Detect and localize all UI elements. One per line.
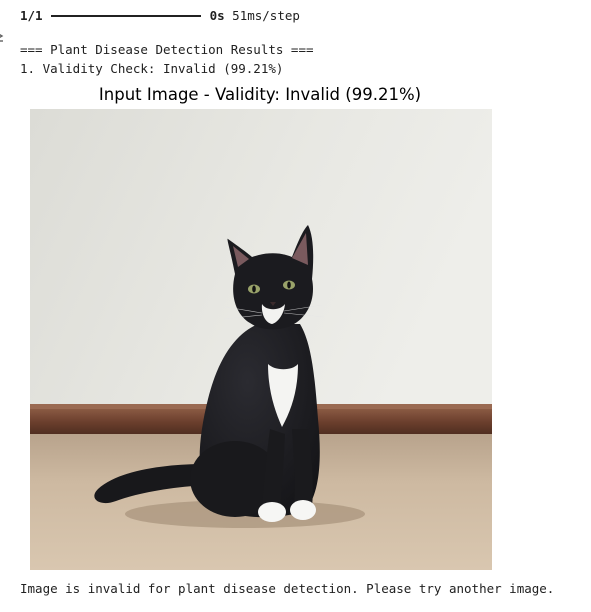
progress-rate: 51ms/step bbox=[224, 8, 300, 23]
progress-time: 0s bbox=[209, 8, 225, 23]
progress-line: 1/1 0s 51ms/step bbox=[20, 8, 300, 24]
figure-title: Input Image - Validity: Invalid (99.21%) bbox=[98, 85, 422, 104]
input-image-cat bbox=[30, 109, 492, 570]
progress-steps: 1/1 bbox=[20, 8, 43, 23]
results-header: === Plant Disease Detection Results === bbox=[20, 42, 314, 57]
progress-bar bbox=[50, 15, 201, 17]
result-message: Image is invalid for plant disease detec… bbox=[20, 581, 555, 596]
output-cell-icon bbox=[0, 33, 4, 42]
validity-check-text: 1. Validity Check: Invalid (99.21%) bbox=[20, 61, 284, 76]
